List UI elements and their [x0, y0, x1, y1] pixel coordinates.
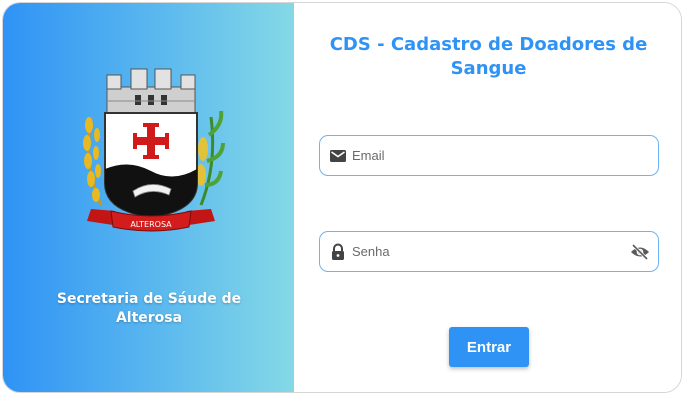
email-input[interactable] [352, 144, 622, 166]
brand-panel: ALTEROSA Secretaria de Sáude de Alterosa [3, 3, 294, 392]
coat-of-arms-image: ALTEROSA [83, 68, 225, 232]
shield [104, 112, 198, 219]
lock-icon [332, 243, 344, 260]
login-button[interactable]: Entrar [449, 327, 529, 367]
wheat-decoration [83, 116, 103, 206]
eye-off-icon[interactable] [630, 243, 650, 261]
page-title: CDS - Cadastro de Doadores de Sangue [329, 34, 648, 79]
login-card: ALTEROSA Secretaria de Sáude de Alterosa… [2, 2, 682, 393]
corn-decoration [196, 110, 225, 206]
mural-crown [106, 68, 196, 114]
login-form-panel: CDS - Cadastro de Doadores de Sangue Ema… [294, 3, 681, 392]
password-field[interactable] [319, 231, 659, 272]
crest-banner-text: ALTEROSA [130, 220, 172, 229]
password-input[interactable] [352, 240, 622, 262]
email-field[interactable] [319, 135, 659, 176]
organization-name: Secretaria de Sáude de Alterosa [56, 291, 242, 326]
mail-icon [330, 150, 346, 162]
